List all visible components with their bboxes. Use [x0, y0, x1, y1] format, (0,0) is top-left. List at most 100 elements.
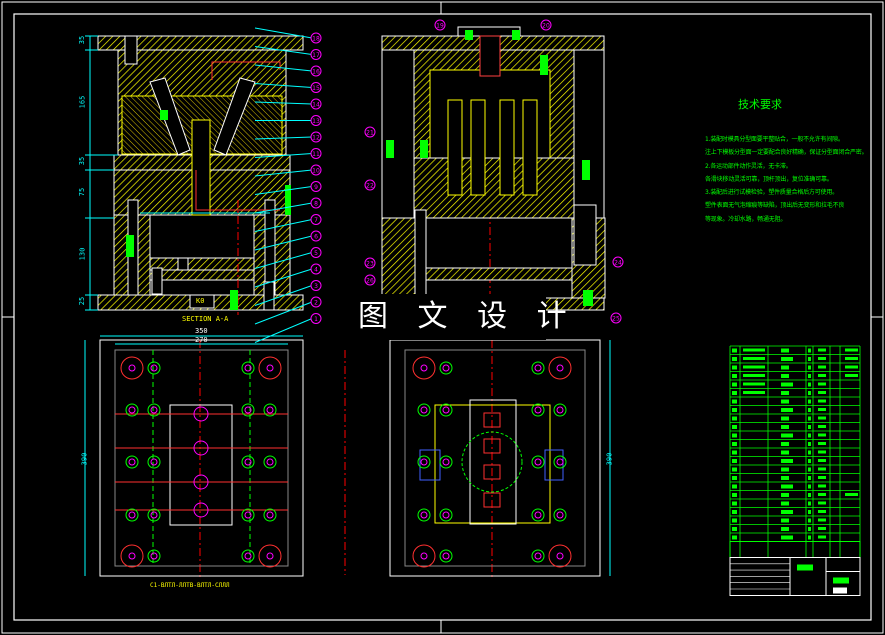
- section-label: SECTION A-A: [182, 315, 229, 323]
- hole: [147, 361, 161, 375]
- cell-text: [732, 348, 737, 353]
- tech-requirements: 1.装配时模具分型面要平整贴合，一般不允许有间隙。 注上下模板分型面一定要配合良…: [705, 133, 871, 226]
- dim-35: 35: [78, 156, 87, 166]
- hole-center: [442, 458, 450, 466]
- cell-text: [808, 518, 811, 523]
- plan-view-left: [99, 339, 304, 577]
- cell-text: [732, 501, 737, 506]
- balloon-number: 23: [366, 261, 374, 268]
- balloon-number: 17: [312, 52, 320, 59]
- balloon-number: 1: [314, 316, 318, 323]
- cell-text: [732, 450, 737, 455]
- hole: [263, 508, 277, 522]
- balloon-number: 2: [314, 300, 318, 307]
- balloon-number: 24: [614, 260, 622, 267]
- hole-center: [420, 406, 428, 414]
- hole-center: [556, 511, 564, 519]
- hole: [258, 356, 282, 380]
- cell-text: [818, 365, 826, 369]
- cell-text: [781, 476, 789, 480]
- cell-text: [781, 408, 793, 412]
- cell-text: [732, 442, 737, 446]
- req-line: 等现象。冷却水路，畅通无阻。: [705, 215, 787, 223]
- hole: [439, 455, 453, 469]
- hole: [548, 544, 572, 568]
- balloon-number: 22: [366, 183, 374, 190]
- side-view: [381, 26, 606, 311]
- cell-text: [808, 348, 811, 353]
- dim-25: 25: [78, 296, 87, 306]
- cell-text: [781, 374, 789, 378]
- cell-text: [808, 391, 811, 395]
- hole: [258, 544, 282, 568]
- hole: [417, 508, 431, 522]
- hole-center: [420, 458, 428, 466]
- hole: [439, 403, 453, 417]
- req-line: 各滑块移动灵活可靠，顶杆顶出，复位准确可靠。: [705, 175, 833, 183]
- cell-text: [732, 357, 737, 361]
- hole-center: [244, 552, 252, 560]
- cell-text: [808, 527, 811, 531]
- cell-text: [732, 535, 737, 540]
- cell-text: [808, 365, 811, 370]
- dim-390-right: 390: [605, 452, 614, 466]
- cell-text: [732, 365, 737, 370]
- cell-text: [818, 510, 826, 513]
- cell-text: [732, 484, 737, 489]
- hole: [125, 455, 139, 469]
- section-view-a-a: [97, 35, 304, 311]
- hole-center: [266, 364, 274, 372]
- balloon-number: 11: [312, 151, 320, 158]
- req-line: 3.装配后进行试模检验，塑件质量合格后方可使用。: [705, 189, 838, 197]
- req-line: 2.各运动部件动作灵活，无卡滞。: [705, 162, 792, 170]
- balloon-number: 15: [312, 85, 320, 92]
- cell-text: [818, 425, 826, 428]
- plan-view-right: [389, 339, 601, 577]
- hole-center: [128, 511, 136, 519]
- cell-text: [781, 467, 789, 472]
- dim-390-left: 390: [80, 452, 89, 466]
- hole-center: [266, 552, 274, 560]
- cell-text: [732, 493, 737, 497]
- cell-text: [818, 493, 826, 496]
- cell-text: [808, 374, 811, 378]
- cell-text: [818, 450, 826, 454]
- cell-text: [845, 357, 858, 360]
- hole: [531, 403, 545, 417]
- hole: [120, 544, 144, 568]
- balloon-number: 13: [312, 118, 320, 125]
- cell-text: [808, 535, 811, 540]
- watermark: 图 文 设 计: [358, 294, 567, 340]
- hole-center: [266, 458, 274, 466]
- cell-text: [781, 535, 793, 540]
- balloon-number: 26: [366, 278, 374, 285]
- balloon-number: 5: [314, 250, 318, 257]
- hole-center: [266, 406, 274, 414]
- hole: [417, 403, 431, 417]
- req-line: 塑件表面无气泡缩痕等缺陷，顶出后无变形和拉毛不良: [705, 202, 845, 210]
- balloon-number: 3: [314, 283, 318, 290]
- title-text: [797, 564, 813, 571]
- cell-text: [743, 365, 765, 369]
- table-header: [729, 541, 861, 558]
- hole-center: [556, 364, 564, 372]
- hole-center: [420, 511, 428, 519]
- part-label: K0: [196, 297, 205, 305]
- cell-text: [732, 467, 737, 472]
- dim-165: 165: [78, 95, 87, 109]
- hole-center: [556, 406, 564, 414]
- cell-text: [808, 357, 811, 361]
- hole-center: [442, 511, 450, 519]
- hole: [241, 508, 255, 522]
- cell-text: [743, 348, 765, 352]
- hole: [531, 455, 545, 469]
- hole-center: [150, 406, 158, 414]
- cell-text: [818, 408, 826, 411]
- hole: [125, 508, 139, 522]
- cell-text: [732, 459, 737, 463]
- dim-35-top: 35: [78, 35, 87, 45]
- cell-text: [732, 416, 737, 421]
- cell-text: [781, 348, 789, 353]
- cell-text: [808, 510, 811, 514]
- hole: [553, 403, 567, 417]
